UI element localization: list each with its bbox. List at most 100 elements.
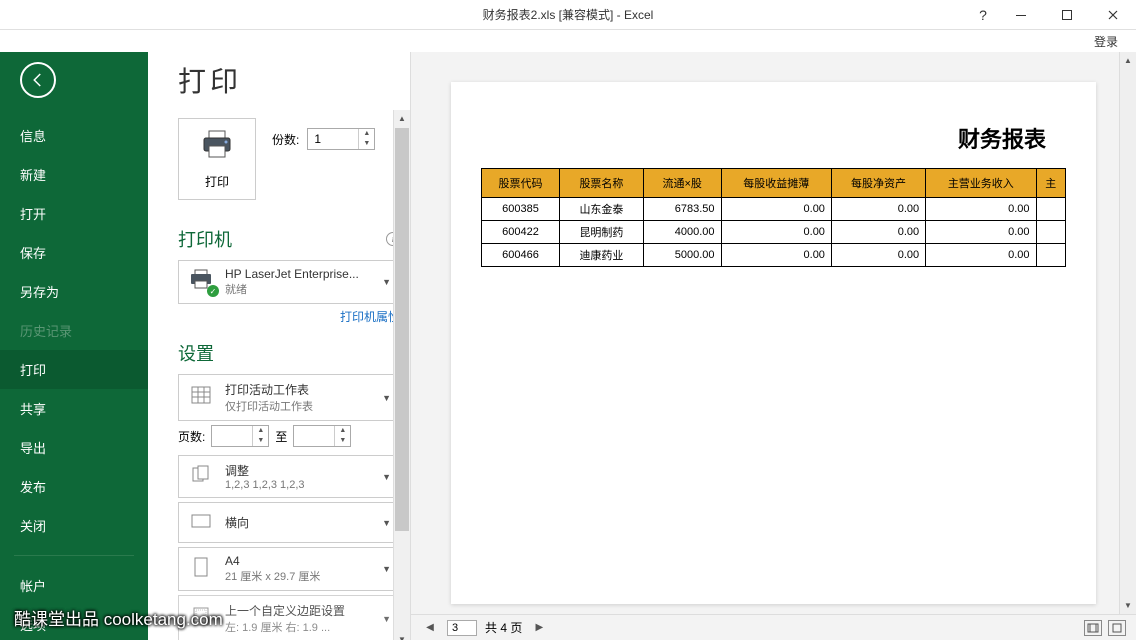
nav-history: 历史记录 xyxy=(0,311,148,350)
table-header: 每股净资产 xyxy=(831,169,925,198)
report-table: 股票代码股票名称流通×股每股收益摊薄每股净资产主营业务收入主 600385山东金… xyxy=(481,168,1066,267)
nav-close[interactable]: 关闭 xyxy=(0,506,148,545)
table-cell: 0.00 xyxy=(926,221,1036,244)
table-cell: 迪康药业 xyxy=(560,244,644,267)
table-cell: 0.00 xyxy=(721,198,831,221)
nav-share[interactable]: 共享 xyxy=(0,389,148,428)
preview-page: 财务报表 股票代码股票名称流通×股每股收益摊薄每股净资产主营业务收入主 6003… xyxy=(451,82,1096,604)
table-cell: 0.00 xyxy=(831,221,925,244)
maximize-button[interactable] xyxy=(1044,0,1090,30)
backstage-sidebar: 信息 新建 打开 保存 另存为 历史记录 打印 共享 导出 发布 关闭 帐户 选… xyxy=(0,52,148,640)
login-link[interactable]: 登录 xyxy=(1094,33,1118,50)
copies-spinner[interactable]: ▲▼ xyxy=(307,128,375,150)
window-controls: ? xyxy=(968,0,1136,30)
next-page-button[interactable]: ▶ xyxy=(530,619,548,637)
copies-input[interactable] xyxy=(308,130,358,148)
page-range: 页数: ▲▼ 至 ▲▼ xyxy=(178,425,400,447)
table-row: 600385山东金泰6783.500.000.000.00 xyxy=(482,198,1066,221)
chevron-down-icon[interactable]: ▼ xyxy=(359,139,374,149)
chevron-down-icon: ▼ xyxy=(382,277,391,287)
pages-to-label: 至 xyxy=(275,428,287,445)
table-header: 每股收益摊薄 xyxy=(721,169,831,198)
printer-status-icon: ✓ xyxy=(187,269,215,295)
check-icon: ✓ xyxy=(207,285,219,297)
chevron-down-icon: ▼ xyxy=(382,564,391,574)
nav-saveas[interactable]: 另存为 xyxy=(0,272,148,311)
table-cell: 5000.00 xyxy=(643,244,721,267)
table-header: 主营业务收入 xyxy=(926,169,1036,198)
nav-info[interactable]: 信息 xyxy=(0,116,148,155)
scroll-up-icon[interactable]: ▲ xyxy=(394,110,410,127)
table-cell: 600385 xyxy=(482,198,560,221)
chevron-down-icon: ▼ xyxy=(382,614,391,624)
preview-footer: ◀ 共 4 页 ▶ xyxy=(411,614,1136,640)
show-margins-button[interactable] xyxy=(1084,620,1102,636)
preview-vscrollbar[interactable]: ▲ ▼ xyxy=(1119,52,1136,614)
printer-dropdown[interactable]: ✓ HP LaserJet Enterprise... 就绪 ▼ xyxy=(178,260,400,304)
table-cell: 0.00 xyxy=(926,244,1036,267)
table-header: 股票代码 xyxy=(482,169,560,198)
margins-dropdown[interactable]: 上一个自定义边距设置 左: 1.9 厘米 右: 1.9 ... ▼ xyxy=(178,595,400,640)
nav-publish[interactable]: 发布 xyxy=(0,467,148,506)
landscape-icon xyxy=(187,509,215,536)
table-cell: 0.00 xyxy=(831,244,925,267)
scroll-down-icon[interactable]: ▼ xyxy=(394,631,410,640)
table-cell: 山东金泰 xyxy=(560,198,644,221)
page-from-spinner[interactable]: ▲▼ xyxy=(211,425,269,447)
print-button-label: 打印 xyxy=(205,173,229,190)
nav-new[interactable]: 新建 xyxy=(0,155,148,194)
page-to-input[interactable] xyxy=(294,427,334,445)
paper-size-dropdown[interactable]: A4 21 厘米 x 29.7 厘米 ▼ xyxy=(178,547,400,591)
margins-icon xyxy=(187,605,215,632)
back-button[interactable] xyxy=(20,62,56,98)
print-what-dropdown[interactable]: 打印活动工作表 仅打印活动工作表 ▼ xyxy=(178,374,400,421)
table-cell: 4000.00 xyxy=(643,221,721,244)
title-bar: 财务报表2.xls [兼容模式] - Excel ? xyxy=(0,0,1136,30)
report-title: 财务报表 xyxy=(481,122,1066,154)
table-header: 流通×股 xyxy=(643,169,721,198)
help-button[interactable]: ? xyxy=(968,0,998,30)
current-page-input[interactable] xyxy=(447,620,477,636)
close-button[interactable] xyxy=(1090,0,1136,30)
scroll-up-icon[interactable]: ▲ xyxy=(1120,52,1136,69)
page-total-label: 共 4 页 xyxy=(485,619,522,636)
collate-dropdown[interactable]: 调整 1,2,3 1,2,3 1,2,3 ▼ xyxy=(178,455,400,498)
nav-save[interactable]: 保存 xyxy=(0,233,148,272)
table-cell: 0.00 xyxy=(721,221,831,244)
table-cell: 600422 xyxy=(482,221,560,244)
orientation-dropdown[interactable]: 横向 ▼ xyxy=(178,502,400,543)
printer-name: HP LaserJet Enterprise... xyxy=(225,267,372,281)
page-to-spinner[interactable]: ▲▼ xyxy=(293,425,351,447)
print-preview-panel: 财务报表 股票代码股票名称流通×股每股收益摊薄每股净资产主营业务收入主 6003… xyxy=(410,52,1136,640)
table-cell: 6783.50 xyxy=(643,198,721,221)
window-title: 财务报表2.xls [兼容模式] - Excel xyxy=(483,6,654,23)
table-cell: 昆明制药 xyxy=(560,221,644,244)
zoom-to-page-button[interactable] xyxy=(1108,620,1126,636)
printer-properties-link[interactable]: 打印机属性 xyxy=(340,310,400,324)
nav-separator xyxy=(14,555,134,556)
chevron-up-icon[interactable]: ▲ xyxy=(359,129,374,139)
print-button[interactable]: 打印 xyxy=(178,118,256,200)
nav-print[interactable]: 打印 xyxy=(0,350,148,389)
chevron-down-icon: ▼ xyxy=(382,393,391,403)
nav-options[interactable]: 选项 xyxy=(0,605,148,644)
page-from-input[interactable] xyxy=(212,427,252,445)
nav-account[interactable]: 帐户 xyxy=(0,566,148,605)
nav-export[interactable]: 导出 xyxy=(0,428,148,467)
page-icon xyxy=(187,556,215,583)
printer-status: 就绪 xyxy=(225,281,372,297)
page-title: 打印 xyxy=(178,60,400,100)
settings-scrollbar[interactable]: ▲ ▼ xyxy=(393,110,410,640)
minimize-button[interactable] xyxy=(998,0,1044,30)
table-header: 主 xyxy=(1036,169,1065,198)
table-cell: 0.00 xyxy=(926,198,1036,221)
collate-icon xyxy=(187,463,215,490)
nav-open[interactable]: 打开 xyxy=(0,194,148,233)
chevron-down-icon: ▼ xyxy=(382,472,391,482)
prev-page-button[interactable]: ◀ xyxy=(421,619,439,637)
settings-section-title: 设置 xyxy=(178,340,400,366)
table-cell: 0.00 xyxy=(831,198,925,221)
login-row: 登录 xyxy=(0,30,1136,52)
pages-from-label: 页数: xyxy=(178,428,205,445)
scroll-down-icon[interactable]: ▼ xyxy=(1120,597,1136,614)
